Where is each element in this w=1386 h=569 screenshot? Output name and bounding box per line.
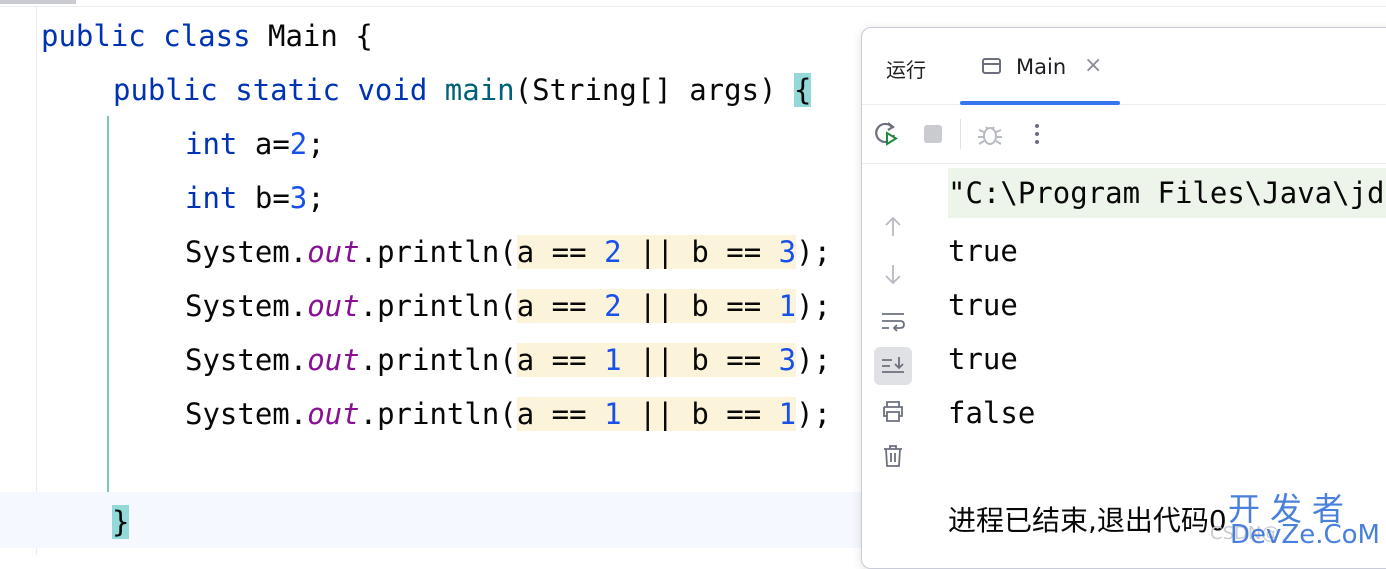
toolbar-separator xyxy=(960,119,961,149)
call-close: ); xyxy=(796,343,832,377)
keyword: class xyxy=(163,19,251,53)
condition-left: a == xyxy=(516,343,605,377)
editor-gutter-divider xyxy=(36,6,37,555)
matched-brace-close: } xyxy=(112,505,130,539)
watermark-domain: DevZe.CoM xyxy=(1230,520,1380,550)
condition-left: a == xyxy=(516,397,605,431)
code-line-2: public static void main(String[] args) { xyxy=(113,63,812,117)
keyword: public xyxy=(41,19,146,53)
print-icon[interactable] xyxy=(874,392,912,430)
keyword: static xyxy=(235,73,340,107)
method-call: .println( xyxy=(359,289,517,323)
condition-left: a == xyxy=(516,235,605,269)
code-line-5: System.out.println(a == 2 || b == 3); xyxy=(185,225,831,279)
code-line-4: int b=3; xyxy=(185,171,325,225)
console-command: "C:\Program Files\Java\jd xyxy=(948,176,1385,210)
method-call: .println( xyxy=(359,235,517,269)
brace: { xyxy=(355,19,373,53)
class-ref: System. xyxy=(185,343,308,377)
console-output-line: false xyxy=(948,396,1036,430)
stop-icon[interactable] xyxy=(918,119,948,149)
keyword: void xyxy=(357,73,428,107)
condition-highlight: a == 2 || b == 3 xyxy=(516,235,797,269)
code-line-3: int a=2; xyxy=(185,117,325,171)
run-tool-title: 运行 xyxy=(886,58,926,82)
more-options-icon[interactable] xyxy=(1022,119,1052,149)
console-exit-message: 进程已结束,退出代码0 xyxy=(948,504,1227,537)
rerun-icon[interactable] xyxy=(872,119,902,149)
number-literal: 3 xyxy=(778,343,797,377)
arrow-down-icon[interactable] xyxy=(874,255,912,293)
matched-brace-open: { xyxy=(793,73,812,107)
console-output-line: true xyxy=(948,342,1018,376)
code-line-6: System.out.println(a == 2 || b == 1); xyxy=(185,279,831,333)
tab-main[interactable]: Main × xyxy=(960,28,1120,105)
method-call: .println( xyxy=(359,397,517,431)
editor-top-border xyxy=(0,0,1386,7)
method-params: (String[] args) xyxy=(514,73,794,107)
call-close: ); xyxy=(796,289,832,323)
soft-wrap-icon[interactable] xyxy=(874,302,912,340)
condition-operator: || b == xyxy=(621,289,779,323)
condition-highlight: a == 2 || b == 1 xyxy=(516,289,797,323)
run-toolbar xyxy=(862,105,1386,164)
condition-left: a == xyxy=(516,289,605,323)
number-literal: 2 xyxy=(604,235,622,269)
condition-operator: || b == xyxy=(621,343,779,377)
static-field: out xyxy=(307,289,360,323)
arrow-up-icon[interactable] xyxy=(874,208,912,246)
code-line-7: System.out.println(a == 1 || b == 3); xyxy=(185,333,831,387)
condition-highlight: a == 1 || b == 1 xyxy=(516,397,797,431)
run-tab-bar: 运行 Main × xyxy=(862,28,1386,105)
scope-indent-guide xyxy=(107,116,109,492)
number-literal: 3 xyxy=(778,235,797,269)
console-icon xyxy=(982,58,1001,74)
number-literal: 2 xyxy=(604,289,622,323)
condition-operator: || b == xyxy=(621,235,779,269)
keyword: int xyxy=(185,127,238,161)
number-literal: 1 xyxy=(604,397,622,431)
number-literal: 3 xyxy=(289,181,308,215)
number-literal: 1 xyxy=(778,289,797,323)
console-side-toolbar xyxy=(862,164,924,568)
keyword: int xyxy=(185,181,238,215)
number-literal: 1 xyxy=(778,397,797,431)
number-literal: 1 xyxy=(604,343,622,377)
static-field: out xyxy=(307,235,360,269)
semicolon: ; xyxy=(307,127,325,161)
code-line-1: public class Main { xyxy=(41,9,373,63)
scroll-to-end-icon[interactable] xyxy=(874,347,912,385)
class-ref: System. xyxy=(185,289,308,323)
keyword: public xyxy=(113,73,218,107)
semicolon: ; xyxy=(307,181,325,215)
variable: b= xyxy=(254,181,290,215)
method-name: main xyxy=(444,73,515,107)
console-output-line: true xyxy=(948,234,1018,268)
editor-tab-indicator xyxy=(0,0,76,4)
call-close: ); xyxy=(796,235,832,269)
call-close: ); xyxy=(796,397,832,431)
console-output-line: true xyxy=(948,288,1018,322)
method-call: .println( xyxy=(359,343,517,377)
number-literal: 2 xyxy=(289,127,308,161)
debug-icon[interactable] xyxy=(975,119,1005,149)
trash-icon[interactable] xyxy=(874,437,912,475)
code-line-10: } xyxy=(112,495,130,549)
class-ref: System. xyxy=(185,397,308,431)
variable: a= xyxy=(254,127,290,161)
close-icon[interactable]: × xyxy=(1084,53,1102,78)
static-field: out xyxy=(307,397,360,431)
tab-main-label: Main xyxy=(1016,55,1067,79)
static-field: out xyxy=(307,343,360,377)
class-ref: System. xyxy=(185,235,308,269)
code-line-8: System.out.println(a == 1 || b == 1); xyxy=(185,387,831,441)
class-name: Main xyxy=(268,19,338,53)
condition-highlight: a == 1 || b == 3 xyxy=(516,343,797,377)
condition-operator: || b == xyxy=(621,397,779,431)
